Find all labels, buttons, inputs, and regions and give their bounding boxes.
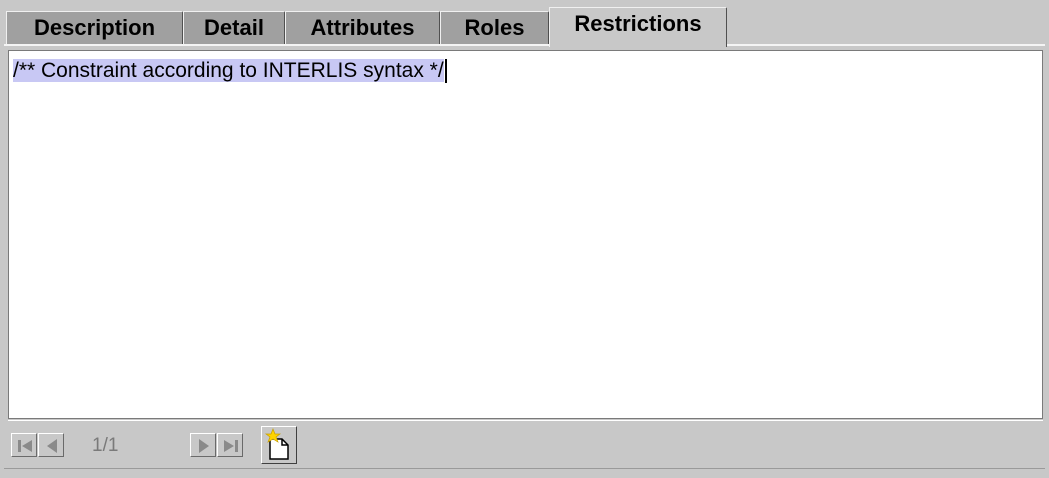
next-button[interactable] [190,433,216,457]
new-button[interactable] [261,426,297,464]
new-document-icon [264,428,289,460]
tab-restrictions[interactable]: Restrictions [549,7,727,47]
selected-text[interactable]: /** Constraint according to INTERLIS syn… [13,59,444,82]
prev-icon [47,439,57,453]
next-icon [199,439,209,453]
text-caret [444,59,447,84]
tab-detail[interactable]: Detail [183,11,285,45]
tab-roles[interactable]: Roles [440,11,549,45]
tab-separator [4,44,1045,46]
previous-button[interactable] [38,433,64,457]
tab-attributes[interactable]: Attributes [285,11,440,45]
first-icon [18,440,32,452]
first-button[interactable] [11,433,37,457]
record-navigator: 1/1 [8,420,1043,466]
editor-text-line[interactable]: /** Constraint according to INTERLIS syn… [13,57,447,85]
last-icon [224,440,238,452]
page-indicator: 1/1 [92,435,119,456]
restrictions-editor[interactable]: /** Constraint according to INTERLIS syn… [8,50,1043,419]
tab-bar: Description Detail Attributes Roles Rest… [4,7,1045,47]
tab-description[interactable]: Description [6,11,183,45]
last-button[interactable] [217,433,243,457]
bottom-border [4,468,1045,469]
